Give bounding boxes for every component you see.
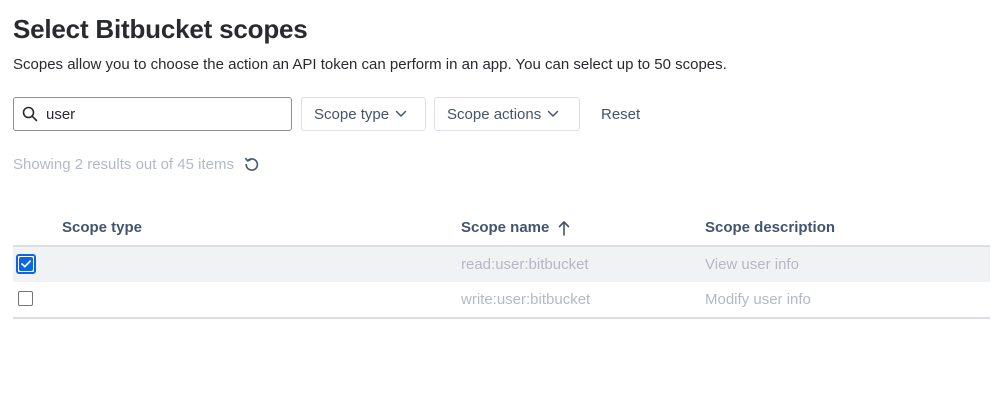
column-header-scope-description[interactable]: Scope description [705, 219, 835, 236]
scope-description-cell: Modify user info [705, 291, 811, 308]
scope-name-cell: write:user:bitbucket [461, 291, 591, 308]
reset-button[interactable]: Reset [590, 97, 651, 131]
column-header-scope-name[interactable]: Scope name [461, 219, 570, 236]
scope-name-cell: read:user:bitbucket [461, 256, 589, 273]
table-header: Scope type Scope name Scope description [13, 210, 990, 247]
table-row[interactable]: write:user:bitbucket Modify user info [13, 282, 990, 317]
page-title: Select Bitbucket scopes [13, 14, 308, 44]
scope-actions-dropdown-label: Scope actions [447, 105, 542, 123]
column-header-scope-type[interactable]: Scope type [62, 219, 142, 236]
table-divider [13, 317, 990, 319]
search-field[interactable] [13, 97, 292, 131]
scope-type-dropdown-label: Scope type [314, 105, 390, 123]
results-count-text: Showing 2 results out of 45 items [13, 156, 234, 173]
row-checkbox[interactable] [16, 254, 36, 274]
search-icon [22, 106, 38, 122]
sort-ascending-icon [558, 220, 570, 236]
chevron-down-icon [395, 110, 407, 118]
scope-type-dropdown[interactable]: Scope type [301, 97, 426, 131]
scopes-table: Scope type Scope name Scope description … [13, 210, 990, 319]
refresh-icon[interactable] [243, 156, 260, 173]
column-header-scope-name-label: Scope name [461, 219, 550, 236]
checkmark-icon [19, 257, 33, 271]
scope-actions-dropdown[interactable]: Scope actions [434, 97, 580, 131]
search-input[interactable] [46, 105, 266, 123]
page-description: Scopes allow you to choose the action an… [13, 56, 727, 73]
chevron-down-icon [547, 110, 559, 118]
row-checkbox[interactable] [18, 291, 33, 306]
table-row[interactable]: read:user:bitbucket View user info [13, 247, 990, 282]
scope-description-cell: View user info [705, 256, 799, 273]
results-summary: Showing 2 results out of 45 items [13, 156, 260, 173]
